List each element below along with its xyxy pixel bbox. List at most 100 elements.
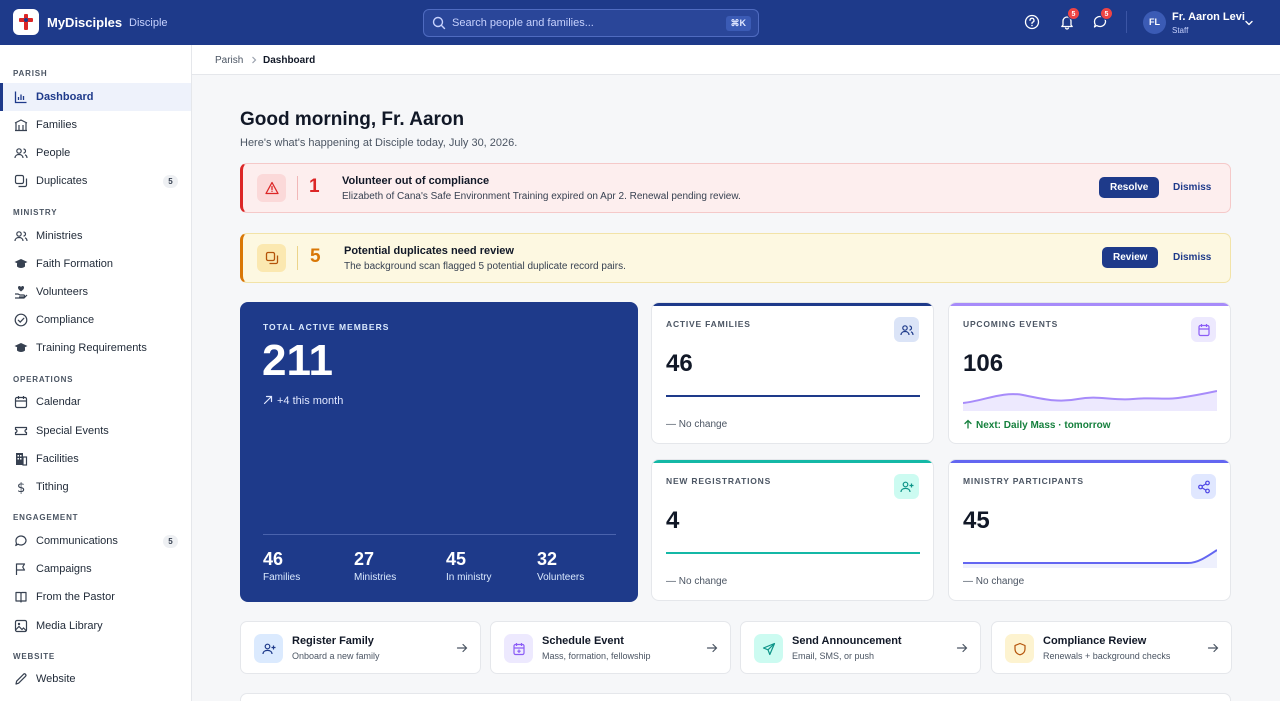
card-icon-box — [1191, 317, 1216, 342]
search-box[interactable]: ⌘K — [423, 9, 759, 37]
footer-text: Next: Daily Mass · tomorrow — [976, 420, 1111, 431]
building-icon — [14, 119, 28, 132]
sidebar-item-faith-formation[interactable]: Faith Formation — [0, 250, 191, 278]
upcoming-events-card[interactable]: UPCOMING EVENTS 106 Next: Daily Mass · t… — [948, 302, 1231, 444]
alert-count: 5 — [310, 246, 321, 267]
sidebar-item-label: Communications — [36, 535, 118, 547]
alert-title: Potential duplicates need review — [344, 245, 514, 257]
stat-in-ministry: 45 In ministry — [446, 549, 492, 583]
ministry-participants-card[interactable]: MINISTRY PARTICIPANTS 45 — No change — [948, 459, 1231, 601]
sidebar-item-media-library[interactable]: Media Library — [0, 612, 191, 640]
action-title: Register Family — [292, 635, 374, 647]
pencil-icon — [15, 673, 27, 685]
dollar-icon: $ — [17, 481, 25, 494]
notifications-badge: 5 — [1067, 7, 1080, 20]
active-families-card[interactable]: ACTIVE FAMILIES 46 — No change — [651, 302, 934, 444]
stat-label: Families — [263, 572, 301, 583]
user-plus-icon — [261, 643, 275, 654]
action-title: Schedule Event — [542, 635, 624, 647]
sidebar-item-label: Training Requirements — [36, 342, 147, 354]
trend-value: +4 this month — [277, 395, 344, 407]
search-shortcut: ⌘K — [725, 16, 751, 31]
sidebar-item-website[interactable]: Website — [0, 665, 191, 693]
sidebar-item-tithing[interactable]: $ Tithing — [0, 473, 191, 501]
copy-icon — [265, 251, 278, 265]
app-logo[interactable] — [13, 9, 39, 35]
notifications-button[interactable]: 5 — [1059, 7, 1080, 30]
sidebar-item-label: Duplicates — [36, 175, 88, 187]
card-icon-box — [1191, 474, 1216, 499]
compliance-review-action[interactable]: Compliance Review Renewals + background … — [991, 621, 1232, 674]
sidebar-item-families[interactable]: Families — [0, 111, 191, 139]
stat-label: Ministries — [354, 572, 397, 583]
stat-ministries: 27 Ministries — [354, 549, 396, 583]
copy-icon — [14, 174, 28, 188]
action-icon-box — [254, 634, 283, 663]
share-icon — [1197, 480, 1210, 493]
flag-icon — [15, 563, 26, 575]
stat-label: Volunteers — [537, 572, 585, 583]
total-members-card[interactable]: TOTAL ACTIVE MEMBERS 211 +4 this month 4… — [240, 302, 638, 602]
send-announcement-action[interactable]: Send Announcement Email, SMS, or push — [740, 621, 981, 674]
sidebar-item-special-events[interactable]: Special Events — [0, 417, 191, 445]
user-name[interactable]: Fr. Aaron Levi — [1172, 11, 1245, 23]
review-button[interactable]: Review — [1102, 247, 1159, 268]
messages-button[interactable]: 5 — [1092, 7, 1113, 30]
compliance-alert: 1 Volunteer out of compliance Elizabeth … — [240, 163, 1231, 213]
user-role: Staff — [1172, 26, 1189, 35]
sidebar-item-compliance[interactable]: Compliance — [0, 306, 191, 334]
help-icon[interactable] — [1024, 14, 1040, 30]
schedule-event-action[interactable]: Schedule Event Mass, formation, fellowsh… — [490, 621, 731, 674]
search-input[interactable] — [452, 14, 702, 32]
sidebar-item-communications[interactable]: Communications 5 — [0, 527, 191, 555]
sidebar-item-ministries[interactable]: Ministries — [0, 222, 191, 250]
ticket-icon — [14, 426, 28, 436]
sparkline — [666, 395, 920, 397]
sidebar-item-volunteers[interactable]: Volunteers — [0, 278, 191, 306]
sidebar-item-people[interactable]: People — [0, 139, 191, 167]
resolve-button[interactable]: Resolve — [1099, 177, 1160, 198]
card-accent — [949, 303, 1230, 306]
sparkline — [963, 390, 1217, 411]
trend-text: +4 this month — [263, 395, 343, 407]
sidebar-item-calendar[interactable]: Calendar — [0, 388, 191, 416]
arrow-right-icon — [956, 643, 968, 653]
action-title: Send Announcement — [792, 635, 902, 647]
card-divider — [263, 534, 616, 535]
hand-heart-icon — [15, 286, 28, 299]
card-value: 46 — [666, 350, 693, 377]
graduation-cap-icon — [14, 259, 28, 268]
image-icon — [14, 619, 28, 633]
avatar[interactable]: FL — [1143, 11, 1166, 34]
sidebar-item-label: Families — [36, 119, 77, 131]
register-family-action[interactable]: Register Family Onboard a new family — [240, 621, 481, 674]
arrow-up-icon — [964, 419, 972, 429]
sidebar-item-label: From the Pastor — [36, 591, 115, 603]
sidebar-item-campaigns[interactable]: Campaigns — [0, 555, 191, 583]
sidebar-item-dashboard[interactable]: Dashboard — [0, 83, 191, 111]
sidebar-item-facilities[interactable]: Facilities — [0, 445, 191, 473]
sidebar-section-engagement: ENGAGEMENT — [13, 513, 79, 522]
chevron-down-icon[interactable] — [1243, 17, 1255, 29]
message-icon — [15, 535, 27, 547]
card-value: 211 — [262, 336, 333, 385]
sidebar-item-training-requirements[interactable]: Training Requirements — [0, 334, 191, 362]
card-accent — [652, 303, 933, 306]
new-registrations-card[interactable]: NEW REGISTRATIONS 4 — No change — [651, 459, 934, 601]
arrow-right-icon — [456, 643, 468, 653]
dismiss-button[interactable]: Dismiss — [1173, 182, 1211, 193]
sidebar-item-label: Faith Formation — [36, 258, 114, 270]
footer-text: No change — [975, 576, 1025, 587]
sidebar-item-from-the-pastor[interactable]: From the Pastor — [0, 583, 191, 611]
breadcrumb-parent[interactable]: Parish — [215, 55, 243, 66]
sidebar-item-label: Campaigns — [36, 563, 92, 575]
alert-divider — [297, 176, 298, 200]
next-section-card — [240, 693, 1231, 701]
dismiss-button[interactable]: Dismiss — [1173, 252, 1211, 263]
arrow-right-icon — [706, 643, 718, 653]
sparkline — [963, 549, 1217, 568]
sidebar-item-duplicates[interactable]: Duplicates 5 — [0, 167, 191, 195]
calendar-icon — [14, 396, 28, 409]
footer-text: No change — [678, 576, 728, 587]
warning-icon — [264, 181, 279, 195]
